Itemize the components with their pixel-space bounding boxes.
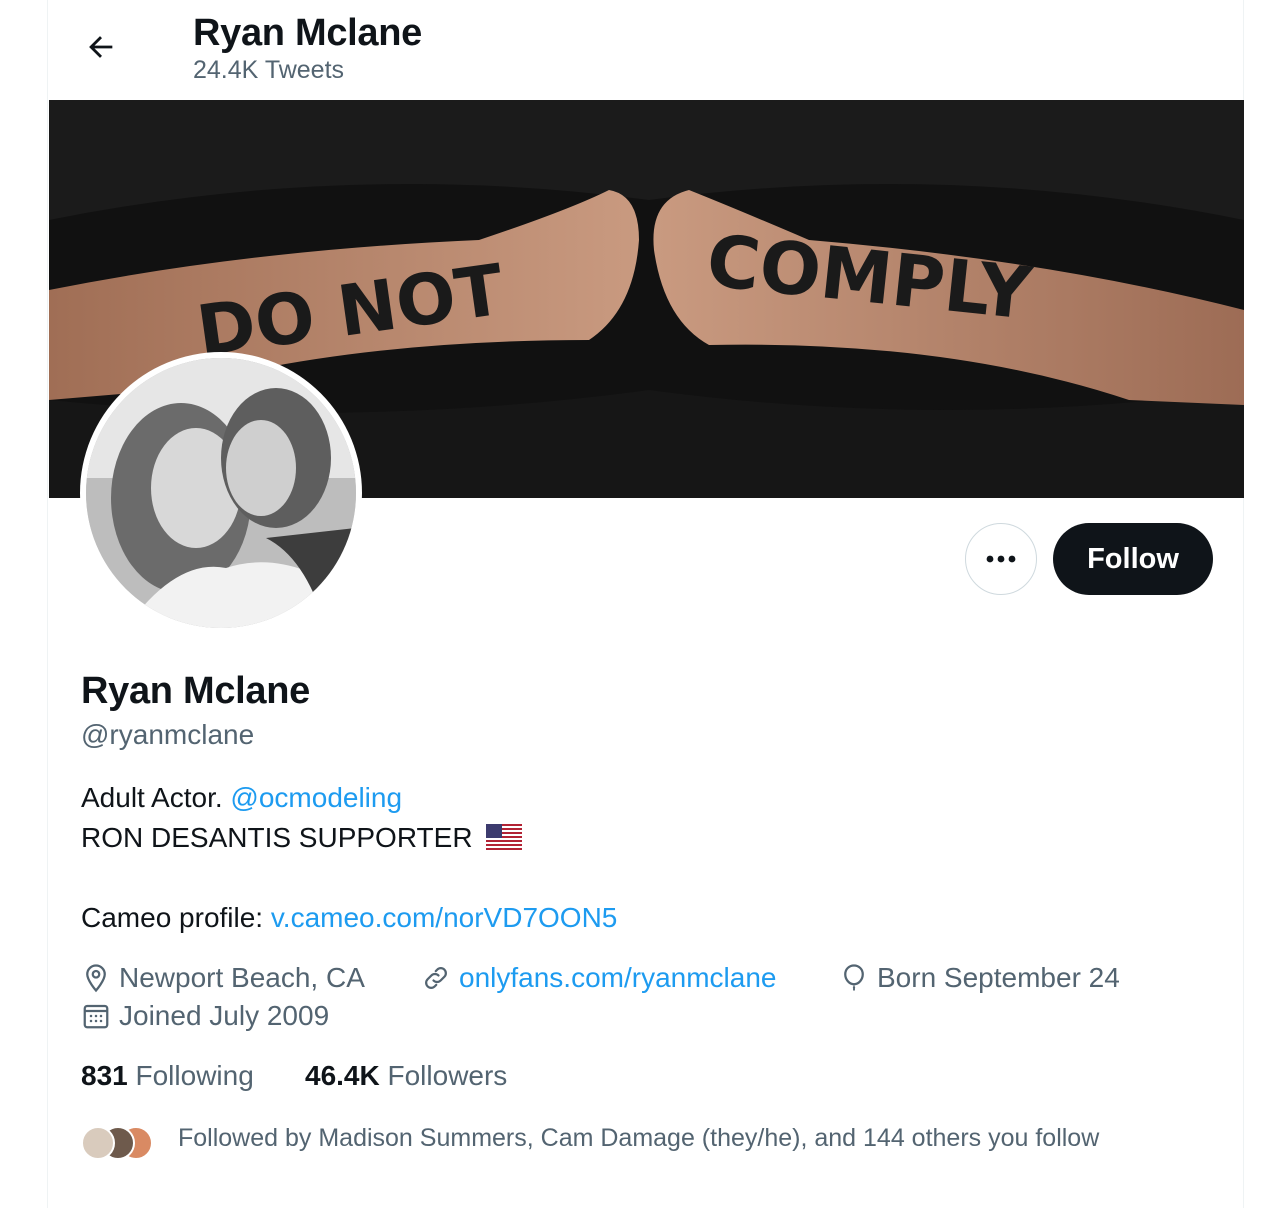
- follow-button[interactable]: Follow: [1053, 523, 1213, 595]
- website-item: onlyfans.com/ryanmclane: [421, 962, 776, 994]
- header-name: Ryan Mclane: [193, 12, 423, 54]
- balloon-icon: [844, 964, 864, 991]
- bio-line-1: Adult Actor. @ocmodeling: [81, 782, 402, 814]
- avatar-image: [86, 358, 356, 628]
- following-stat[interactable]: 831 Following: [81, 1060, 254, 1092]
- joined-item: Joined July 2009: [81, 1000, 329, 1032]
- profile-name: Ryan Mclane: [81, 670, 311, 712]
- top-bar: Ryan Mclane 24.4K Tweets: [48, 0, 1243, 100]
- bio-line-2: RON DESANTIS SUPPORTER: [81, 822, 523, 854]
- bio-line-3: Cameo profile: v.cameo.com/norVD7OON5: [81, 902, 617, 934]
- us-flag-icon: [486, 824, 523, 850]
- back-button[interactable]: [81, 27, 121, 67]
- followers-label: Followers: [387, 1060, 508, 1091]
- link-icon: [425, 967, 447, 989]
- location-pin-icon: [86, 964, 106, 993]
- avatar: [81, 1126, 115, 1160]
- more-dots-icon: [986, 555, 1016, 563]
- bio-text: RON DESANTIS SUPPORTER: [81, 822, 473, 853]
- mention-link[interactable]: @ocmodeling: [230, 782, 402, 813]
- followers-count: 46.4K: [305, 1060, 380, 1091]
- following-label: Following: [135, 1060, 254, 1091]
- location-item: Newport Beach, CA: [81, 962, 365, 994]
- profile-avatar[interactable]: [80, 352, 362, 634]
- arrow-left-icon: [89, 36, 113, 58]
- cameo-link[interactable]: v.cameo.com/norVD7OON5: [271, 902, 618, 933]
- tweet-count: 24.4K Tweets: [193, 56, 345, 84]
- followers-stat[interactable]: 46.4K Followers: [305, 1060, 507, 1092]
- following-count: 831: [81, 1060, 128, 1091]
- bio-text: Adult Actor.: [81, 782, 231, 813]
- more-options-button[interactable]: [965, 523, 1037, 595]
- joined-text: Joined July 2009: [119, 1000, 330, 1031]
- followed-by-text: Followed by Madison Summers, Cam Damage …: [178, 1124, 1100, 1152]
- website-link[interactable]: onlyfans.com/ryanmclane: [459, 962, 776, 994]
- location-text: Newport Beach, CA: [119, 962, 365, 993]
- profile-handle: @ryanmclane: [81, 719, 255, 750]
- birthday-item: Born September 24: [839, 962, 1120, 994]
- calendar-icon: [83, 1004, 109, 1029]
- birthday-text: Born September 24: [877, 962, 1120, 993]
- bio-text: Cameo profile:: [81, 902, 271, 933]
